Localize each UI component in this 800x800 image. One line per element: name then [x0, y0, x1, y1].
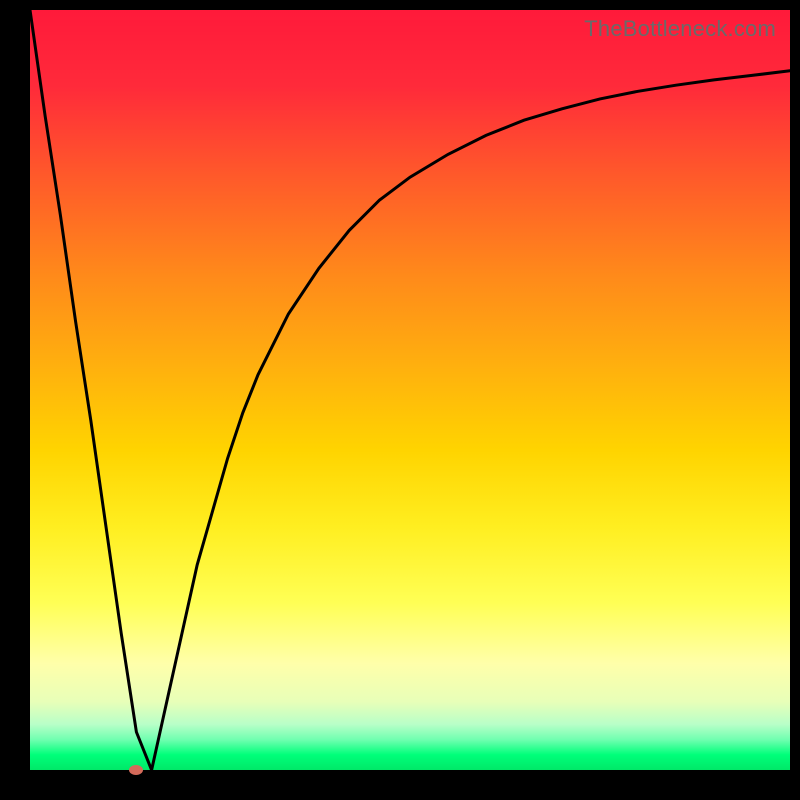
curve-svg [30, 10, 790, 770]
minimum-marker [129, 765, 143, 775]
chart-frame: TheBottleneck.com [0, 0, 800, 800]
plot-area: TheBottleneck.com [30, 10, 790, 770]
curve-path [30, 10, 790, 770]
